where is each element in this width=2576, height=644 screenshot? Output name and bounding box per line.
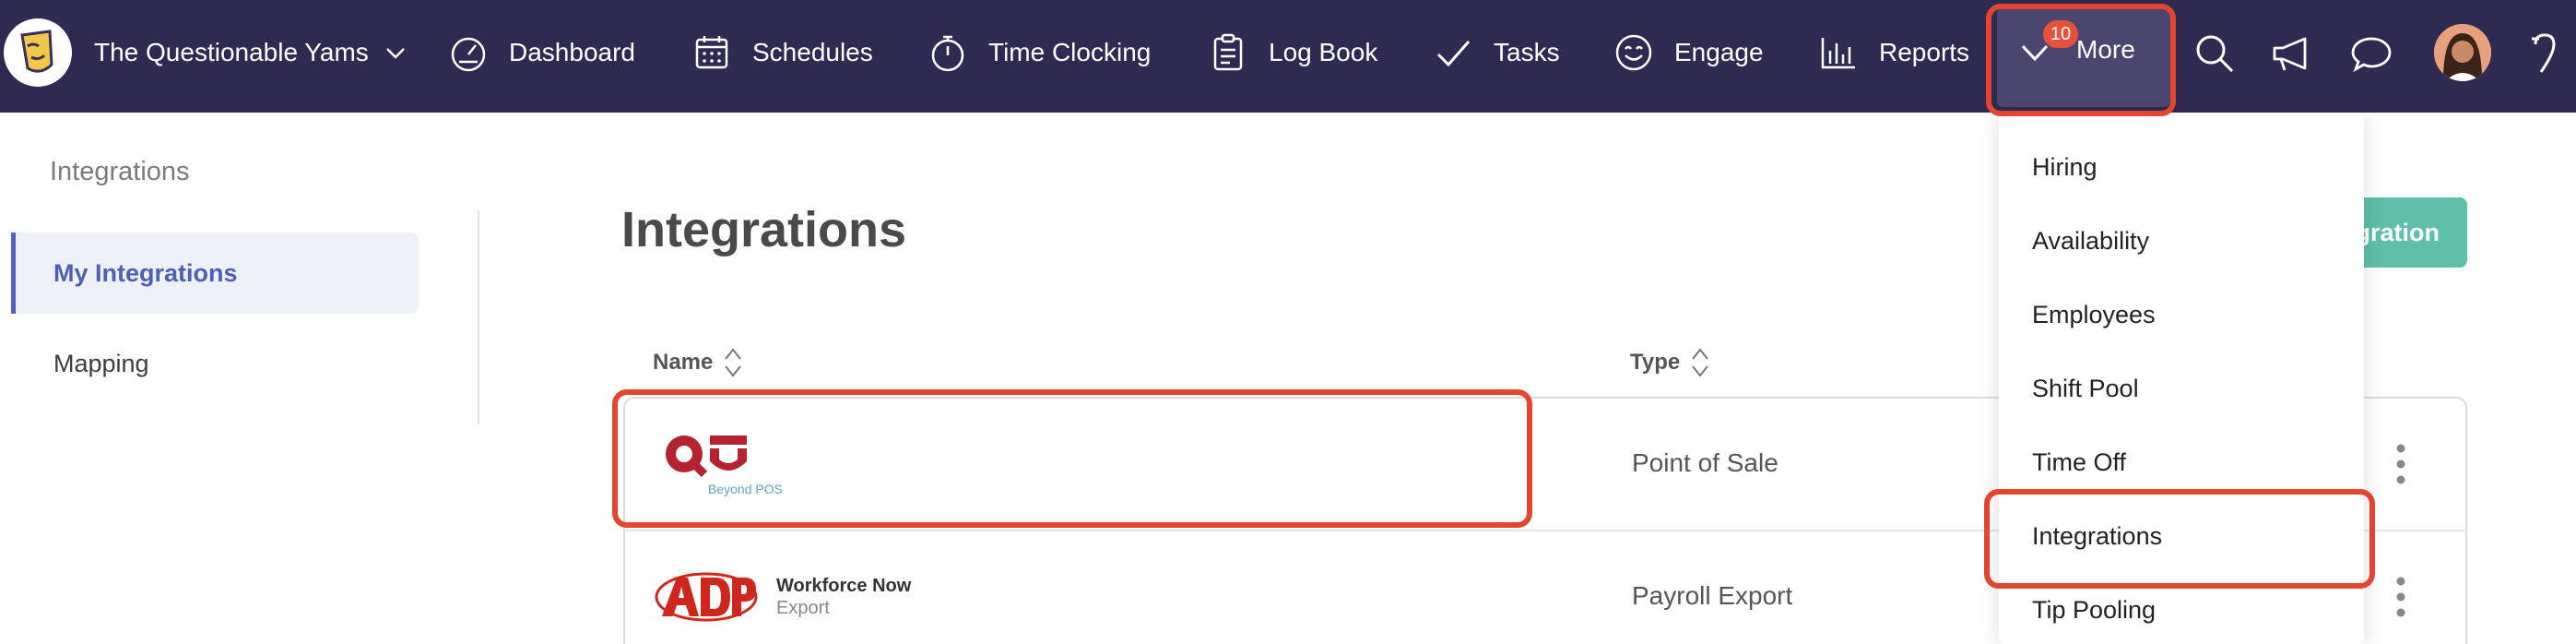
nav-time-clocking[interactable]: Time Clocking bbox=[928, 28, 1151, 78]
calendar-icon bbox=[695, 36, 728, 69]
org-name: The Questionable Yams bbox=[94, 38, 369, 66]
column-header-label: Type bbox=[1630, 350, 1681, 375]
org-logo bbox=[4, 18, 72, 87]
sort-icon[interactable] bbox=[724, 347, 742, 378]
sidebar-item-my-integrations[interactable]: My Integrations bbox=[11, 233, 419, 314]
adp-logo bbox=[655, 572, 758, 622]
sidebar-item-label: My Integrations bbox=[53, 258, 238, 287]
user-avatar[interactable] bbox=[2434, 24, 2491, 81]
search-icon[interactable] bbox=[2192, 31, 2237, 76]
nav-tasks-label: Tasks bbox=[1494, 38, 1560, 66]
sidebar-item-mapping[interactable]: Mapping bbox=[11, 323, 419, 404]
more-options-icon[interactable] bbox=[2395, 443, 2406, 485]
nav-schedules[interactable]: Schedules bbox=[691, 28, 873, 78]
menu-item-shift-pool[interactable]: Shift Pool bbox=[2032, 375, 2139, 403]
clipboard-icon bbox=[1213, 33, 1243, 71]
app-logo-icon[interactable] bbox=[2517, 31, 2569, 76]
column-header-name[interactable]: Name bbox=[653, 347, 742, 378]
checkmark-icon bbox=[1436, 41, 1471, 67]
column-header-label: Name bbox=[653, 350, 714, 375]
top-navigation-bar: The Questionable Yams Dashboard Schedule… bbox=[0, 0, 2576, 113]
highlight-box bbox=[1984, 489, 2375, 589]
column-header-type[interactable]: Type bbox=[1630, 347, 1709, 378]
menu-item-tip-pooling[interactable]: Tip Pooling bbox=[2032, 596, 2156, 625]
product-subtitle: Export bbox=[776, 598, 830, 618]
integration-type: Payroll Export bbox=[1632, 581, 1793, 610]
sidebar-item-label: Mapping bbox=[53, 349, 149, 377]
stopwatch-icon bbox=[931, 35, 964, 72]
menu-item-hiring[interactable]: Hiring bbox=[2032, 153, 2097, 182]
nav-time-clocking-label: Time Clocking bbox=[988, 38, 1152, 66]
menu-item-availability[interactable]: Availability bbox=[2032, 227, 2149, 256]
megaphone-icon[interactable] bbox=[2270, 31, 2314, 76]
org-switcher[interactable]: The Questionable Yams bbox=[4, 18, 408, 87]
nav-log-book[interactable]: Log Book bbox=[1208, 28, 1377, 78]
bar-chart-icon bbox=[1821, 38, 1855, 69]
gauge-icon bbox=[451, 37, 486, 72]
nav-reports[interactable]: Reports bbox=[1818, 28, 1969, 78]
nav-dashboard[interactable]: Dashboard bbox=[448, 28, 635, 78]
menu-item-time-off[interactable]: Time Off bbox=[2032, 448, 2126, 477]
nav-log-book-label: Log Book bbox=[1269, 38, 1378, 66]
nav-schedules-label: Schedules bbox=[752, 38, 873, 66]
highlight-box bbox=[612, 389, 1532, 528]
sidebar-divider bbox=[478, 210, 479, 424]
sidebar-title: Integrations bbox=[50, 157, 190, 186]
page-title: Integrations bbox=[621, 202, 907, 257]
integration-type: Point of Sale bbox=[1632, 448, 1778, 477]
product-name: Workforce Now bbox=[776, 576, 912, 596]
nav-tasks[interactable]: Tasks bbox=[1433, 28, 1560, 78]
smiley-icon bbox=[1615, 34, 1652, 71]
add-integration-button-label: gration bbox=[2355, 218, 2440, 246]
nav-engage-label: Engage bbox=[1674, 38, 1764, 66]
nav-dashboard-label: Dashboard bbox=[509, 38, 635, 66]
menu-item-employees[interactable]: Employees bbox=[2032, 301, 2156, 329]
nav-reports-label: Reports bbox=[1879, 38, 1970, 66]
nav-engage[interactable]: Engage bbox=[1613, 28, 1764, 78]
highlight-box bbox=[1986, 4, 2176, 116]
more-options-icon[interactable] bbox=[2395, 576, 2406, 618]
chevron-down-icon bbox=[385, 48, 405, 59]
chat-icon[interactable] bbox=[2349, 31, 2393, 76]
sort-icon[interactable] bbox=[1691, 347, 1709, 378]
